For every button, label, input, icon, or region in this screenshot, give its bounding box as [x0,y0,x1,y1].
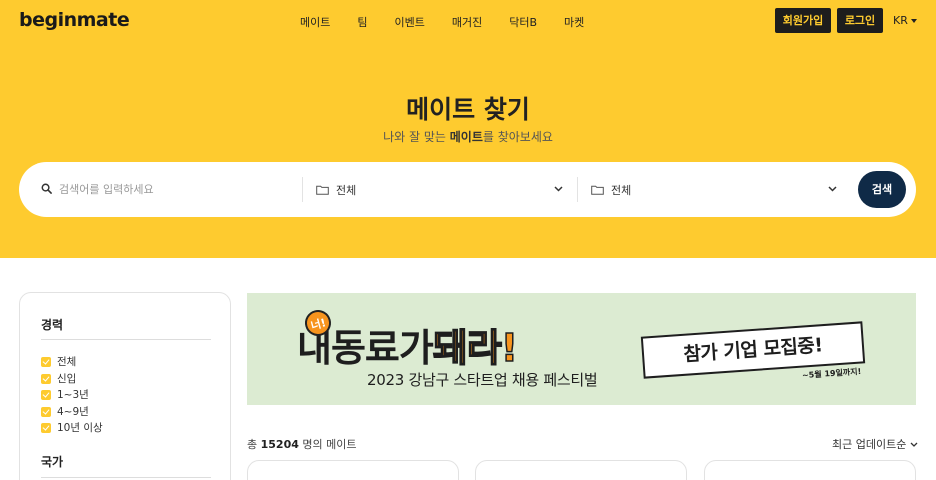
search-divider [302,177,303,202]
search-input[interactable] [59,179,299,199]
career-option-label: 1~3년 [57,389,89,401]
career-filter-title: 경력 [41,318,64,332]
banner-headline-accent: 돼라! [432,325,519,371]
logo[interactable]: beginmate [19,9,130,31]
checkbox-checked-icon [41,356,51,367]
banner-subline: 2023 강남구 스타트업 채용 페스티벌 [367,371,598,389]
caret-down-icon [910,18,917,23]
search-button[interactable]: 검색 [858,171,906,208]
login-button[interactable]: 로그인 [837,8,883,33]
result-count-number: 15204 [260,438,299,451]
sort-dropdown[interactable]: 최근 업데이트순 [832,436,918,452]
career-option-label: 10년 이상 [57,422,103,434]
menu-item-magazine[interactable]: 매거진 [452,14,482,30]
subtitle-text-post: 를 찾아보세요 [482,130,553,144]
mate-card[interactable] [475,460,687,480]
menu-item-doctor-b[interactable]: 닥터B [509,14,537,30]
career-option-label: 4~9년 [57,406,89,418]
result-count: 총 15204 명의 메이트 [247,436,357,452]
mate-card[interactable] [247,460,459,480]
category-select-1-value: 전체 [336,183,357,197]
career-option-label: 신입 [57,373,77,385]
career-option-label: 전체 [57,356,77,368]
page-subtitle: 나와 잘 맞는 메이트를 찾아보세요 [0,128,936,145]
career-option-10plus[interactable]: 10년 이상 [41,420,103,435]
search-divider [577,177,578,202]
main-menu: 메이트 팀 이벤트 매거진 닥터B 마켓 [300,14,611,30]
chevron-down-icon [828,186,837,192]
result-count-post: 명의 메이트 [298,438,357,451]
language-label: KR [893,14,908,27]
career-option-all[interactable]: 전체 [41,354,76,369]
search-icon [41,183,52,194]
checkbox-checked-icon [41,373,51,384]
divider [41,477,211,478]
chevron-down-icon [910,442,918,447]
folder-icon [316,185,329,195]
checkbox-checked-icon [41,422,51,433]
language-selector[interactable]: KR [893,14,917,27]
menu-item-event[interactable]: 이벤트 [395,14,425,30]
banner-date: ~5월 19일까지! [801,366,862,381]
checkbox-checked-icon [41,406,51,417]
banner-headline-part: 동료가 [330,326,434,370]
signup-button[interactable]: 회원가입 [775,8,831,33]
folder-icon [591,185,604,195]
category-select-2[interactable]: 전체 [591,162,846,217]
country-filter-title: 국가 [41,455,64,469]
menu-item-team[interactable]: 팀 [357,14,367,30]
career-option-1-3[interactable]: 1~3년 [41,387,89,402]
divider [41,339,211,340]
chevron-down-icon [554,186,563,192]
menu-item-mate[interactable]: 메이트 [300,14,330,30]
hero-section: beginmate 메이트 팀 이벤트 매거진 닥터B 마켓 회원가입 로그인 … [0,0,936,258]
category-select-2-value: 전체 [611,183,632,197]
subtitle-text-bold: 메이트 [449,130,483,144]
page-title: 메이트 찾기 [406,95,530,124]
category-select-1[interactable]: 전체 [316,162,571,217]
subtitle-text-pre: 나와 잘 맞는 [383,130,450,144]
sort-label: 최근 업데이트순 [832,438,907,451]
search-bar: 전체 전체 검색 [19,162,916,217]
menu-item-market[interactable]: 마켓 [564,14,584,30]
mate-card[interactable] [704,460,916,480]
checkbox-checked-icon [41,389,51,400]
top-nav: beginmate 메이트 팀 이벤트 매거진 닥터B 마켓 회원가입 로그인 … [0,0,936,42]
career-option-4-9[interactable]: 4~9년 [41,404,89,419]
result-count-pre: 총 [247,438,261,451]
promo-banner[interactable]: 내동료가돼라! 너! 2023 강남구 스타트업 채용 페스티벌 참가 기업 모… [247,293,916,405]
career-option-junior[interactable]: 신입 [41,371,76,386]
filter-sidebar: 경력 전체 신입 1~3년 4~9년 10년 이상 국가 [19,292,231,480]
